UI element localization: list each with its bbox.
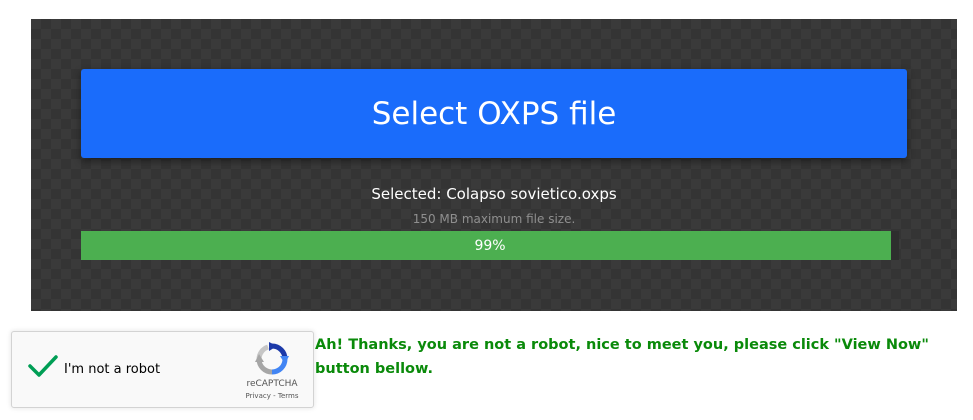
recaptcha-links: Privacy - Terms [234, 392, 310, 400]
not-a-robot-label: I'm not a robot [64, 362, 161, 377]
select-file-button[interactable]: Select OXPS file [81, 69, 907, 158]
links-separator: - [270, 392, 278, 400]
recaptcha-widget: I'm not a robot reCAPTCHA Privacy - Term… [11, 331, 314, 408]
upload-progress-bar: 99% [81, 231, 899, 260]
verification-success-message: Ah! Thanks, you are not a robot, nice to… [315, 337, 929, 377]
recaptcha-logo-icon [255, 342, 289, 375]
checkmark-icon[interactable] [28, 354, 58, 378]
selected-file-text: Selected: Colapso sovietico.oxps [371, 185, 617, 203]
recaptcha-brand-text: reCAPTCHA [246, 379, 298, 389]
progress-percent-label: 99% [474, 237, 506, 254]
privacy-link[interactable]: Privacy [246, 392, 271, 400]
upload-panel: Select OXPS file Selected: Colapso sovie… [31, 19, 957, 311]
max-file-size-note: 150 MB maximum file size. [412, 212, 576, 226]
terms-link[interactable]: Terms [278, 392, 299, 400]
